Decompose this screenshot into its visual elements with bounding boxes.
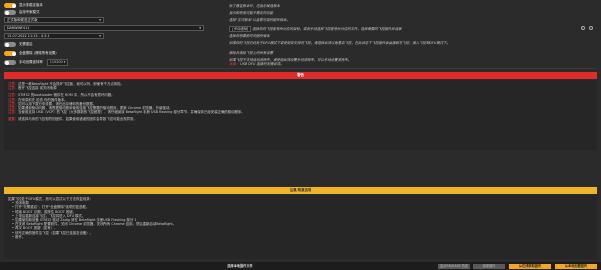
warning-prefix: 注意： [8, 86, 19, 91]
version-desc: 选择你想要刷写的固件版本 [229, 34, 270, 38]
manual-baud-desc-note: USB DFU 连接时无需此项。 [240, 62, 284, 67]
chevron-down-icon: ▾ [99, 33, 101, 38]
release-history-button[interactable]: 显示RELEASE 历史 [438, 263, 470, 269]
expert-mode-desc: 显示和使用可能不稳定的功能 [229, 10, 274, 15]
no-reboot-desc: 如果你的飞控已经处于DFU模式下或使用仅支持的飞控，请选择此项以免重启飞控，在此… [229, 41, 450, 45]
warning-prefix: 重要： [8, 117, 19, 122]
divider [4, 68, 597, 69]
manual-baud-row: 手动设置波特率 115200 ▾ [4, 59, 69, 66]
manual-baud-desc: 如果飞控不支持自动波特率，请使用此项设置手动波特率，可以手动设置波特率。 注意： … [229, 58, 569, 67]
full-erase-label: 全盘擦除 (清除所有设置) [19, 51, 57, 56]
show-dev-versions-toggle[interactable] [4, 3, 16, 8]
expert-mode-row: 启用专家模式 [4, 9, 39, 16]
full-erase-toggle[interactable] [4, 51, 16, 56]
expert-mode-toggle[interactable] [4, 10, 16, 15]
warning-text: 断开飞控连接 或关闭电源 [18, 86, 57, 91]
manual-baud-label: 手动设置波特率 [19, 60, 43, 65]
show-dev-versions-row: 显示非稳定版本 [4, 2, 43, 9]
full-erase-desc: 擦除并清除飞控上的所有设置 [229, 51, 274, 55]
board-desc: [手动选择] 选择你的飞控型号所对应的目标，或者手动选择飞控型号所对应的文件，选… [229, 26, 402, 33]
gear-icon[interactable] [581, 26, 585, 30]
load-local-button[interactable]: 从本地加载固件 [555, 263, 597, 269]
firmware-type-desc: 选择"正式版本"以查看可用的固件版本。 [229, 18, 290, 22]
settings-icon[interactable] [589, 26, 593, 30]
no-reboot-row: 无需重启 [4, 41, 33, 48]
warning-text: 请选择与你的飞控相符的固件，如果使用错误的固件会导致飞控可能出现异常。 [18, 117, 137, 122]
notice-item: • 断开。 [12, 234, 26, 239]
full-erase-row: 全盘擦除 (清除所有设置) [4, 50, 57, 57]
load-file-label: 选择本地固件文件 [227, 264, 253, 268]
notice-banner-title: 注意/恢复选项 [289, 188, 312, 193]
notice-list: 如果飞控处于DFU模式，则可以尝试以下方法恢复烧录： • 关闭电源 • 打开"无需… [4, 195, 597, 259]
warning-prefix: 注意： [8, 110, 19, 115]
chevron-down-icon: ▾ [99, 17, 101, 22]
warning-text: 当使用支持 USB（VCP）的飞控（大多数新的飞控都是），请仔细阅读 Betaf… [18, 110, 245, 115]
warning-item: 重要：请选择与你的飞控相符的固件，如果使用错误的固件会导致飞控可能出现异常。 [8, 117, 593, 121]
notice-banner: 注意/恢复选项 [4, 187, 597, 194]
board-value: DARWINF411 [7, 25, 30, 30]
notice-text: 断开。 [15, 234, 26, 239]
no-reboot-toggle[interactable] [4, 42, 16, 47]
firmware-type-select[interactable]: 正式版和候选正式版 ▾ [4, 17, 104, 23]
firmware-type-value: 正式版和候选正式版 [7, 17, 38, 22]
show-dev-versions-label: 显示非稳定版本 [19, 3, 43, 8]
expert-mode-label: 启用专家模式 [19, 10, 40, 15]
notice-text: 烧写正确的固件至飞控（如果飞控已连接至设备）。 [15, 230, 94, 235]
manual-baud-desc-warn: 注意： [229, 62, 240, 67]
board-desc-text: 选择你的飞控型号所对应的目标，或者手动选择飞控型号所对应的文件，选择需要的飞控固… [252, 27, 402, 31]
version-select[interactable]: 13-07-2022 11:13 - 4.3.1 ▾ [4, 33, 104, 39]
show-dev-versions-desc: 除了稳定版本外，还显示候选版本 [229, 3, 280, 8]
flash-firmware-button[interactable]: 烧录固件 [473, 263, 505, 269]
manual-baud-toggle[interactable] [4, 60, 16, 65]
manual-select-tag[interactable]: [手动选择] [229, 26, 252, 33]
warning-item: 注意：当使用支持 USB（VCP）的飞控（大多数新的飞控都是），请仔细阅读 Be… [8, 110, 593, 114]
load-online-button[interactable]: 从在线获取固件 [509, 263, 551, 269]
baud-rate-value: 115200 [49, 60, 63, 65]
version-value: 13-07-2022 11:13 - 4.3.1 [7, 33, 50, 38]
no-reboot-label: 无需重启 [19, 42, 33, 47]
baud-rate-select[interactable]: 115200 ▾ [46, 59, 69, 66]
board-select[interactable]: DARWINF411 ▾ [4, 25, 204, 31]
warning-banner-title: 警告 [297, 73, 304, 78]
warning-list: 注意：这是一款Betaflight 不会损坏飞控板，我可以吗，即使有千万点风险。… [4, 80, 597, 150]
chevron-down-icon: ▾ [199, 25, 201, 30]
warning-banner: 警告 [4, 72, 597, 79]
